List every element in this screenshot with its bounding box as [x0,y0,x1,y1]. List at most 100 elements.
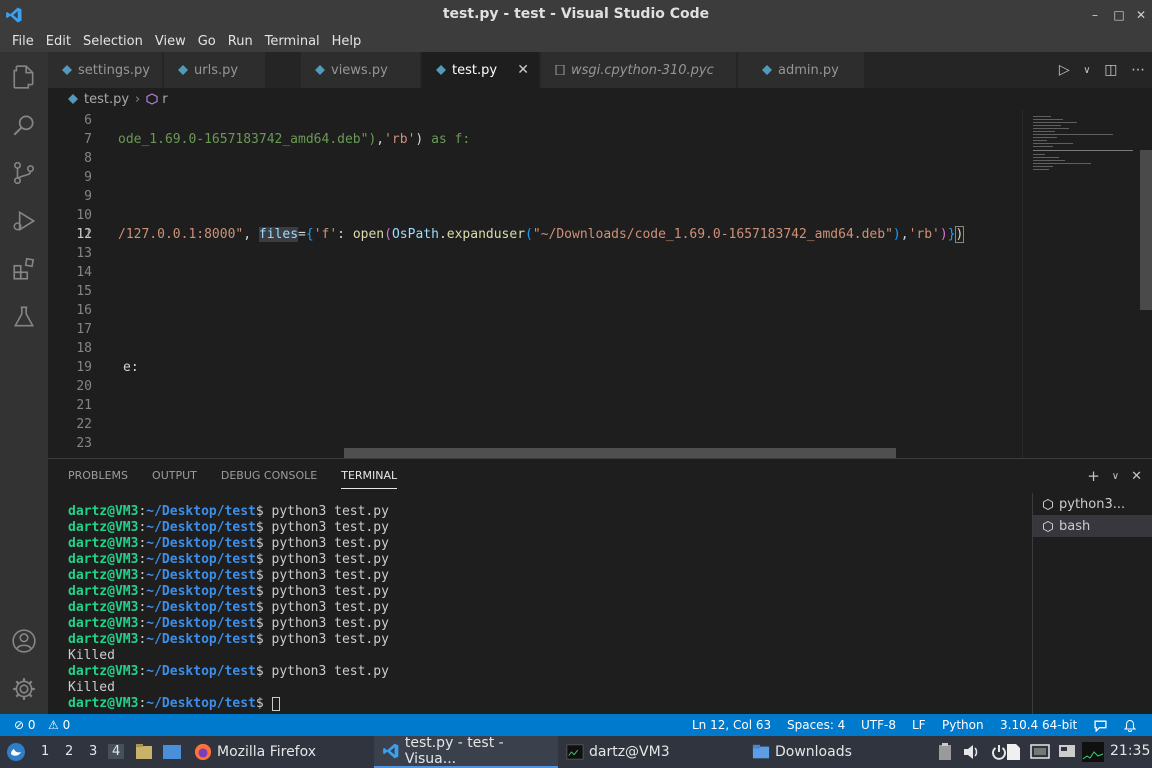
terminal-item-bash[interactable]: bash [1033,515,1152,537]
tab-settings-py[interactable]: settings.py [48,52,163,88]
workspace-1[interactable]: 1 [41,744,49,759]
explorer-icon[interactable] [11,64,37,90]
tab-output[interactable]: OUTPUT [152,469,197,489]
extensions-icon[interactable] [11,256,37,282]
feedback-icon[interactable] [1094,719,1107,732]
maximize-button[interactable]: □ [1110,6,1128,24]
split-editor-icon[interactable]: ◫ [1104,62,1117,78]
terminal-line: dartz@VM3:~/Desktop/test$ python3 test.p… [68,536,389,552]
close-panel-icon[interactable]: ✕ [1131,467,1142,485]
close-tab-icon[interactable]: ✕ [517,62,529,78]
minimap-line [1033,163,1091,164]
network-tray-icon[interactable] [1058,743,1076,761]
screen-tray-icon[interactable] [1030,743,1050,761]
terminal-path: ~/Desktop/test [146,584,256,599]
terminal-prompt: $ [255,504,272,519]
breadcrumb-symbol[interactable]: r [162,92,167,107]
code-line-19: e: [123,360,139,375]
terminal-prompt: $ [255,632,272,647]
language-mode-status[interactable]: Python [942,718,984,732]
file-manager-launcher-icon[interactable] [134,742,154,762]
indentation-status[interactable]: Spaces: 4 [787,718,845,732]
vscode-logo-icon[interactable] [5,6,23,24]
minimize-button[interactable]: – [1086,6,1104,24]
editor-tabs: settings.py urls.py views.py test.py ✕ w… [48,52,1152,88]
folder-icon [752,744,770,759]
minimap[interactable] [1022,110,1152,458]
menu-terminal[interactable]: Terminal [259,34,326,49]
tab-problems[interactable]: PROBLEMS [68,469,128,489]
tab-test-py[interactable]: test.py ✕ [422,52,540,88]
terminal-cmd: python3 test.py [271,536,389,551]
tab-wsgi-pyc[interactable]: wsgi.cpython-310.pyc [541,52,737,88]
menu-file[interactable]: File [6,34,40,49]
terminal-user: dartz@VM3 [68,616,139,631]
terminal-item-python3[interactable]: python3... [1033,493,1152,515]
menu-go[interactable]: Go [192,34,222,49]
terminal-cmd: python3 test.py [271,584,389,599]
terminal-line: dartz@VM3:~/Desktop/test$ python3 test.p… [68,664,389,680]
menu-view[interactable]: View [149,34,192,49]
system-monitor-icon[interactable] [1082,742,1104,762]
code-editor[interactable]: 6 7 8 9 10 11 9 12 13 14 15 16 17 18 19 … [48,110,1022,458]
workspace-4[interactable]: 4 [108,744,125,759]
line-number-current: 12 [76,227,92,242]
tab-admin-py[interactable]: admin.py [738,52,865,88]
tab-urls-py[interactable]: urls.py [164,52,266,88]
vertical-scrollbar[interactable] [1140,150,1152,310]
workspace-3[interactable]: 3 [89,744,97,759]
minimap-line [1033,131,1055,132]
taskbar-window-downloads[interactable]: Downloads [752,736,902,768]
menu-edit[interactable]: Edit [40,34,77,49]
terminal-path: ~/Desktop/test [146,536,256,551]
horizontal-scrollbar[interactable] [344,448,896,458]
menu-run[interactable]: Run [222,34,259,49]
settings-gear-icon[interactable] [11,676,37,702]
start-menu-icon[interactable] [6,742,26,762]
menu-selection[interactable]: Selection [77,34,149,49]
problems-errors-status[interactable]: ⊘ 0 [14,718,36,732]
cursor-position-status[interactable]: Ln 12, Col 63 [692,718,771,732]
tab-views-py[interactable]: views.py [301,52,421,88]
status-bar: ⊘ 0 ⚠ 0 Ln 12, Col 63 Spaces: 4 UTF-8 LF… [0,714,1152,736]
taskbar-window-vscode[interactable]: test.py - test - Visua... [374,735,558,768]
tab-debug-console[interactable]: DEBUG CONSOLE [221,469,317,489]
account-icon[interactable] [11,628,37,654]
terminal-output[interactable]: dartz@VM3:~/Desktop/test$ python3 test.p… [68,504,389,712]
python-interpreter-status[interactable]: 3.10.4 64-bit [1000,718,1077,732]
show-desktop-icon[interactable] [162,743,182,761]
tab-terminal[interactable]: TERMINAL [341,469,398,489]
terminal-prompt: $ [255,664,272,679]
encoding-status[interactable]: UTF-8 [861,718,896,732]
activity-bar [0,52,48,714]
source-control-icon[interactable] [11,160,37,186]
problems-warnings-status[interactable]: ⚠ 0 [48,718,70,732]
taskbar-window-terminal[interactable]: dartz@VM3 [566,736,726,768]
new-terminal-icon[interactable]: + [1087,467,1100,485]
clock[interactable]: 21:35 [1110,743,1150,759]
terminal-dropdown-icon[interactable]: ∨ [1112,467,1119,485]
workspace-2[interactable]: 2 [65,744,73,759]
terminal-cursor [271,696,280,711]
run-python-file-icon[interactable]: ▷ [1059,62,1070,78]
run-dropdown-icon[interactable]: ∨ [1083,65,1090,76]
close-window-button[interactable]: ✕ [1132,6,1150,24]
testing-icon[interactable] [11,304,37,330]
search-icon[interactable] [11,112,37,138]
menu-help[interactable]: Help [326,34,368,49]
title-bar: test.py - test - Visual Studio Code – □ … [0,0,1152,30]
terminal-cmd: python3 test.py [271,616,389,631]
notes-tray-icon[interactable] [1004,743,1022,761]
notifications-bell-icon[interactable] [1124,719,1136,732]
run-debug-icon[interactable] [11,208,37,234]
clipboard-tray-icon[interactable] [938,743,952,761]
volume-icon[interactable] [962,743,980,761]
terminal-user: dartz@VM3 [68,552,139,567]
eol-status[interactable]: LF [912,718,926,732]
more-actions-icon[interactable]: ⋯ [1131,62,1145,78]
taskbar-window-firefox[interactable]: Mozilla Firefox [194,736,364,768]
breadcrumb-file[interactable]: test.py [84,92,129,107]
terminal-line: dartz@VM3:~/Desktop/test$ python3 test.p… [68,600,389,616]
terminal-line: dartz@VM3:~/Desktop/test$ python3 test.p… [68,568,389,584]
bottom-panel: PROBLEMS OUTPUT DEBUG CONSOLE TERMINAL +… [48,458,1152,715]
